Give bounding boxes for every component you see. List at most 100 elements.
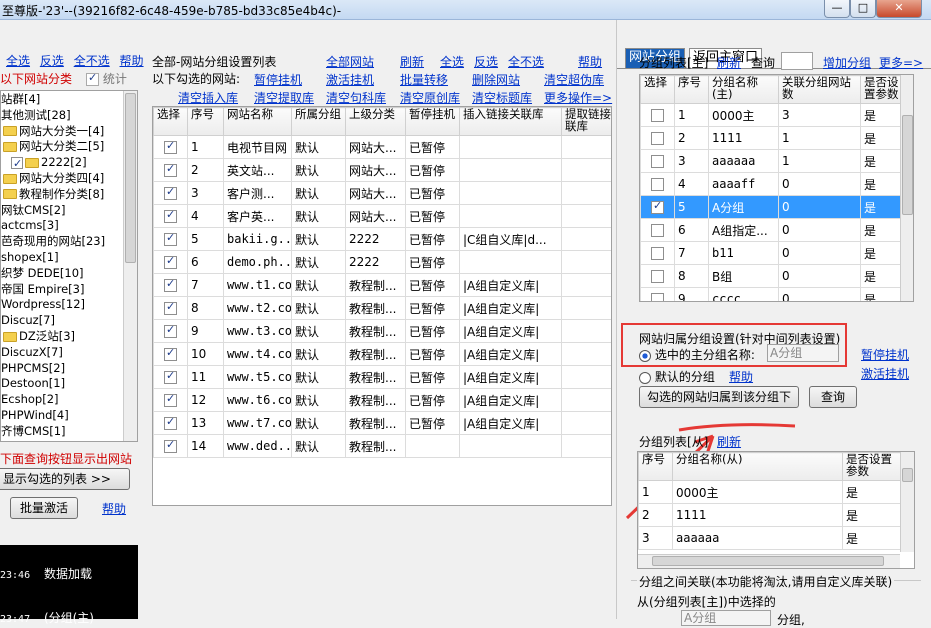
row-checkbox[interactable] (164, 185, 177, 200)
main-group-row[interactable]: 6 A组指定... 0 是 (640, 218, 911, 242)
column-header[interactable]: 提取链接关联库 (561, 107, 611, 136)
pause-link[interactable]: 暂停挂机 (254, 71, 302, 88)
sub-table-hscrollbar[interactable] (638, 554, 900, 568)
radio-default-group[interactable]: 默认的分组 (639, 368, 715, 385)
minimize-button[interactable]: — (824, 0, 850, 18)
tree-item[interactable]: Discuz[7] (1, 312, 55, 329)
table-row[interactable]: 4客户英...默认网站大...已暂停 (153, 204, 611, 228)
column-header[interactable]: 网站名称 (223, 107, 292, 136)
select-all-link[interactable]: 全选 (6, 54, 30, 68)
main-group-row[interactable]: 7 b11 0 是 (640, 241, 911, 265)
column-header[interactable]: 上级分类 (345, 107, 406, 136)
tree-scrollbar[interactable] (123, 91, 137, 441)
show-selected-button[interactable]: 显示勾选的列表 >> (0, 468, 130, 490)
selected-group-field[interactable]: A分组 (767, 344, 839, 362)
sub-group-row[interactable]: 2 1111 是 (638, 503, 901, 527)
relation-group-field[interactable]: A分组 (681, 610, 771, 626)
tree-item[interactable]: 网站大分类二[5] (3, 138, 104, 155)
invert-link[interactable]: 反选 (40, 54, 64, 68)
column-header[interactable]: 插入链接关联库 (459, 107, 562, 136)
sub-column-header[interactable]: 序号 (638, 452, 673, 481)
tree-item[interactable]: 其他测试[28] (1, 107, 71, 124)
row-checkbox[interactable] (164, 254, 177, 269)
sub-column-header[interactable]: 是否设置参数 (842, 452, 901, 481)
row-select-cell[interactable] (153, 227, 188, 251)
select-all-sites-link[interactable]: 全选 (440, 53, 464, 70)
radio-selected-group[interactable]: 选中的主分组名称: (639, 346, 755, 363)
tree-item[interactable]: PHPWind[4] (1, 407, 69, 424)
row-select-cell[interactable] (153, 342, 188, 366)
column-header[interactable]: 序号 (187, 107, 224, 136)
group-select-cell[interactable] (640, 172, 675, 196)
main-column-header[interactable]: 序号 (674, 75, 709, 104)
row-select-cell[interactable] (153, 250, 188, 274)
row-select-cell[interactable] (153, 135, 188, 159)
assign-help-link[interactable]: 帮助 (729, 368, 753, 385)
main-group-row[interactable]: 8 B组 0 是 (640, 264, 911, 288)
tree-item[interactable]: 齐博CMS[1] (1, 423, 66, 440)
tree-item[interactable]: 网站大分类一[4] (3, 123, 104, 140)
pause-groups-link[interactable]: 暂停挂机 (861, 346, 909, 363)
tree-item[interactable]: 站群[4] (1, 91, 40, 108)
group-query-input[interactable] (781, 52, 813, 70)
row-checkbox[interactable] (164, 139, 177, 154)
row-checkbox[interactable] (164, 415, 177, 430)
all-sites-link[interactable]: 全部网站 (326, 53, 374, 70)
row-select-cell[interactable] (153, 181, 188, 205)
group-checkbox[interactable] (651, 155, 664, 168)
row-checkbox[interactable] (164, 300, 177, 315)
invert-sites-link[interactable]: 反选 (474, 53, 498, 70)
delete-sites-link[interactable]: 删除网站 (472, 71, 520, 88)
group-select-cell[interactable] (640, 287, 675, 301)
tree-item[interactable]: shopex[1] (1, 249, 59, 266)
clear-insert-link[interactable]: 清空插入库 (178, 89, 238, 106)
row-checkbox[interactable] (164, 323, 177, 338)
tree-item[interactable]: 2222[2] (11, 154, 87, 172)
more-ops-link[interactable]: 更多操作=> (544, 89, 612, 106)
table-row[interactable]: 13www.t7.com默认教程制...已暂停|A组自定义库| (153, 411, 611, 435)
column-header[interactable]: 选择 (153, 107, 188, 136)
table-row[interactable]: 12www.t6.com默认教程制...已暂停|A组自定义库| (153, 388, 611, 412)
activate-link[interactable]: 激活挂机 (326, 71, 374, 88)
sub-group-row[interactable]: 1 0000主是 (638, 480, 901, 504)
main-column-header[interactable]: 关联分组网站数 (778, 75, 861, 104)
row-select-cell[interactable] (153, 158, 188, 182)
sub-column-header[interactable]: 分组名称(从) (672, 452, 843, 481)
table-row[interactable]: 2英文站...默认网站大...已暂停 (153, 158, 611, 182)
table-row[interactable]: 8www.t2.com默认教程制...已暂停|A组自定义库| (153, 296, 611, 320)
row-checkbox[interactable] (164, 392, 177, 407)
table-row[interactable]: 6demo.ph...默认2222已暂停 (153, 250, 611, 274)
clear-sentence-link[interactable]: 清空句科库 (326, 89, 386, 106)
row-checkbox[interactable] (164, 208, 177, 223)
group-select-cell[interactable] (640, 264, 675, 288)
select-none-link[interactable]: 全不选 (74, 54, 110, 68)
column-header[interactable]: 所属分组 (291, 107, 346, 136)
main-group-row[interactable]: 9 cccc 0 是 (640, 287, 911, 301)
table-row[interactable]: 7www.t1.com默认教程制...已暂停|A组自定义库| (153, 273, 611, 297)
table-row[interactable]: 14www.ded...默认教程制... (153, 434, 611, 458)
row-select-cell[interactable] (153, 388, 188, 412)
clear-pseudo-link[interactable]: 清空超伪库 (544, 71, 604, 88)
tree-item[interactable]: 织梦 DEDE[10] (1, 265, 84, 282)
help-link[interactable]: 帮助 (120, 54, 144, 68)
row-select-cell[interactable] (153, 411, 188, 435)
sub-table-scrollbar[interactable] (900, 452, 914, 552)
tree-check-icon[interactable] (11, 155, 23, 172)
tree-item[interactable]: DiscuzX[7] (1, 344, 63, 361)
row-select-cell[interactable] (153, 319, 188, 343)
row-checkbox[interactable] (164, 277, 177, 292)
main-group-row[interactable]: 2 1111 1 是 (640, 126, 911, 150)
table-row[interactable]: 9www.t3.com默认教程制...已暂停|A组自定义库| (153, 319, 611, 343)
main-table-scrollbar[interactable] (900, 75, 913, 301)
sub-refresh-link[interactable]: 刷新 (717, 433, 741, 450)
group-checkbox[interactable] (651, 178, 664, 191)
deselect-sites-link[interactable]: 全不选 (508, 53, 544, 70)
table-row[interactable]: 10www.t4.com默认教程制...已暂停|A组自定义库| (153, 342, 611, 366)
tree-item[interactable]: Ecshop[2] (1, 391, 59, 408)
tree-item[interactable]: DZ泛站[3] (3, 328, 75, 345)
main-refresh-link[interactable]: 刷新 (717, 54, 741, 71)
close-button[interactable]: ✕ (876, 0, 922, 18)
stats-checkbox[interactable]: 统计 (86, 70, 127, 87)
table-row[interactable]: 5bakii.g...默认2222已暂停|C组自义库|d... (153, 227, 611, 251)
tree-scroll-thumb[interactable] (125, 93, 136, 263)
